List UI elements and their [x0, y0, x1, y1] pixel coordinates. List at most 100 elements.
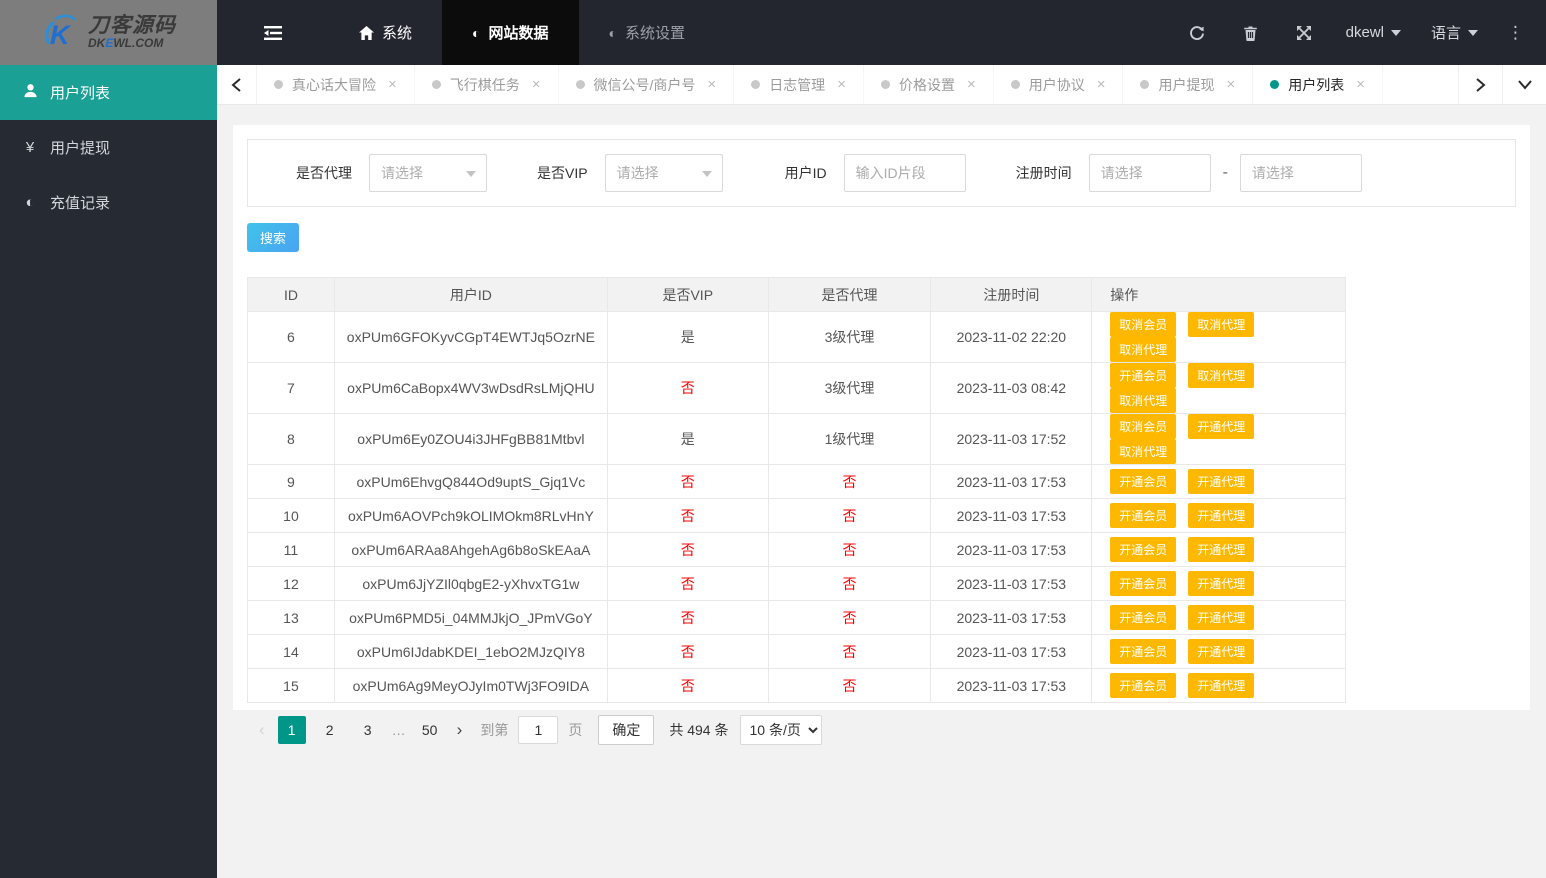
column-header: 注册时间 [930, 277, 1093, 312]
tab-close-icon[interactable]: × [707, 76, 716, 93]
page-size-select[interactable]: 10 条/页 [740, 715, 823, 745]
agent-action-button[interactable]: 开通代理 [1188, 605, 1255, 630]
tab-label: 价格设置 [898, 76, 955, 93]
member-action-button[interactable]: 开通会员 [1110, 469, 1177, 494]
chevron-down-icon[interactable] [1502, 65, 1546, 104]
member-action-button[interactable]: 开通会员 [1110, 605, 1177, 630]
reg-time-end-input[interactable] [1239, 154, 1362, 192]
agent-action-button[interactable]: 开通代理 [1188, 503, 1255, 528]
user-id-input[interactable] [843, 154, 966, 192]
agent-action-button[interactable]: 取消代理 [1110, 388, 1177, 413]
cell-vip: 否 [606, 362, 769, 414]
tab-close-icon[interactable]: × [388, 76, 397, 93]
agent-action-button[interactable]: 开通代理 [1188, 673, 1255, 698]
chevron-left-icon[interactable] [217, 65, 257, 104]
sidebar-item-label: 充值记录 [50, 195, 111, 212]
agent-action-button[interactable]: 取消代理 [1188, 363, 1255, 388]
member-action-button[interactable]: 开通会员 [1110, 503, 1177, 528]
member-action-button[interactable]: 取消会员 [1110, 414, 1177, 439]
member-action-button[interactable]: 取消会员 [1110, 312, 1177, 337]
cell-reg-time: 2023-11-03 17:53 [930, 600, 1093, 635]
member-action-button[interactable]: 开通会员 [1110, 537, 1177, 562]
member-action-button[interactable]: 开通会员 [1110, 673, 1177, 698]
agent-action-button[interactable]: 开通代理 [1188, 537, 1255, 562]
sidebar-item-user-withdraw[interactable]: ¥ 用户提现 [0, 120, 217, 175]
more-vertical-icon[interactable]: ⋮ [1493, 23, 1534, 43]
vip-select[interactable] [604, 154, 723, 192]
confirm-button[interactable]: 确定 [598, 715, 655, 745]
cell-reg-time: 2023-11-03 17:53 [930, 634, 1093, 669]
refresh-icon[interactable] [1170, 25, 1224, 41]
pager-next-icon[interactable]: › [449, 720, 471, 740]
cell-agent: 3级代理 [767, 311, 932, 363]
agent-action-button[interactable]: 开通代理 [1188, 639, 1255, 664]
nav-item-site-data[interactable]: ◐ 网站数据 [442, 0, 579, 65]
nav-item-system[interactable]: 系统 [329, 0, 442, 65]
chevron-right-icon[interactable] [1458, 65, 1502, 104]
agent-action-button[interactable]: 取消代理 [1110, 337, 1177, 362]
pager-page[interactable]: 2 [316, 716, 344, 744]
cell-user-id: oxPUm6JjYZIl0qbgE2-yXhvxTG1w [333, 566, 608, 601]
search-button[interactable]: 搜索 [247, 223, 300, 252]
tab-close-icon[interactable]: × [1097, 76, 1106, 93]
agent-action-button[interactable]: 取消代理 [1188, 312, 1255, 337]
tab-item[interactable]: 微信公号/商户号 × [559, 65, 735, 104]
tab-item[interactable]: 用户列表 × [1253, 65, 1384, 104]
agent-action-button[interactable]: 开通代理 [1188, 571, 1255, 596]
column-header: 是否代理 [767, 277, 932, 312]
nav-item-label: 系统 [382, 25, 413, 42]
tab-close-icon[interactable]: × [1356, 76, 1365, 93]
cell-actions: 开通会员 开通代理 [1091, 600, 1346, 635]
tab-close-icon[interactable]: × [837, 76, 846, 93]
tab-item[interactable]: 用户提现 × [1123, 65, 1254, 104]
tab-label: 用户协议 [1028, 76, 1085, 93]
tab-label: 用户列表 [1288, 76, 1345, 93]
collapse-menu-icon[interactable] [217, 0, 329, 65]
table-row: 13 oxPUm6PMD5i_04MMJkjO_JPmVGoY 否否 2023-11-… [247, 600, 1346, 635]
username: dkewl [1345, 24, 1384, 41]
pager-page[interactable]: 50 [416, 716, 444, 744]
trash-icon[interactable] [1224, 25, 1277, 41]
cell-id: 15 [247, 668, 335, 703]
table-row: 7 oxPUm6CaBopx4WV3wDsdRsLMjQHU 否 3级代理 2023-1… [247, 362, 1346, 414]
tab-close-icon[interactable]: × [532, 76, 541, 93]
column-header: 操作 [1091, 277, 1346, 312]
nav-item-system-settings[interactable]: ◐ 系统设置 [579, 0, 715, 65]
language-menu[interactable]: 语言 [1416, 22, 1493, 43]
agent-select[interactable] [369, 154, 487, 192]
agent-action-button[interactable]: 开通代理 [1188, 414, 1255, 439]
table-row: 10 oxPUm6AOVPch9kOLIMOkm8RLvHnY 否否 2023-11-… [247, 498, 1346, 533]
pager-page[interactable]: 1 [277, 716, 306, 744]
filter-bar: 是否代理 是否VIP 用户ID [247, 139, 1516, 207]
fullscreen-icon[interactable] [1277, 25, 1331, 41]
sidebar-item-user-list[interactable]: 用户列表 [0, 65, 217, 120]
tab-item[interactable]: 日志管理 × [734, 65, 864, 104]
reg-time-start-input[interactable] [1088, 154, 1211, 192]
agent-action-button[interactable]: 开通代理 [1188, 469, 1255, 494]
top-bar: K 刀客源码 DKEWL.COM 系统 ◐ 网站数据 ◐ 系统设置 dkewl … [0, 0, 1546, 65]
tab-item[interactable]: 价格设置 × [864, 65, 994, 104]
caret-down-icon [1390, 29, 1401, 36]
cell-id: 9 [247, 464, 335, 499]
member-action-button[interactable]: 开通会员 [1110, 639, 1177, 664]
tab-close-icon[interactable]: × [1226, 76, 1235, 93]
cell-user-id: oxPUm6ARAa8AhgehAg6b8oSkEAaA [333, 532, 608, 567]
member-action-button[interactable]: 开通会员 [1110, 571, 1177, 596]
cell-actions: 开通会员 开通代理 [1091, 498, 1346, 533]
tab-status-dot [575, 80, 585, 89]
member-action-button[interactable]: 开通会员 [1110, 363, 1177, 388]
user-menu[interactable]: dkewl [1331, 24, 1416, 41]
tab-item[interactable]: 用户协议 × [994, 65, 1124, 104]
tab-close-icon[interactable]: × [967, 76, 976, 93]
agent-action-button[interactable]: 取消代理 [1110, 439, 1177, 464]
sidebar-item-recharge-records[interactable]: ◐ 充值记录 [0, 175, 217, 230]
language-label: 语言 [1430, 25, 1461, 42]
svg-text:K: K [50, 20, 72, 50]
jump-page-input[interactable] [518, 716, 559, 744]
tab-label: 日志管理 [769, 76, 826, 93]
pager-prev-icon[interactable]: ‹ [247, 720, 273, 740]
cell-actions: 开通会员 开通代理 [1091, 566, 1346, 601]
tab-item[interactable]: 真心话大冒险 × [257, 65, 415, 104]
pager-page[interactable]: 3 [354, 716, 382, 744]
tab-item[interactable]: 飞行棋任务 × [415, 65, 559, 104]
